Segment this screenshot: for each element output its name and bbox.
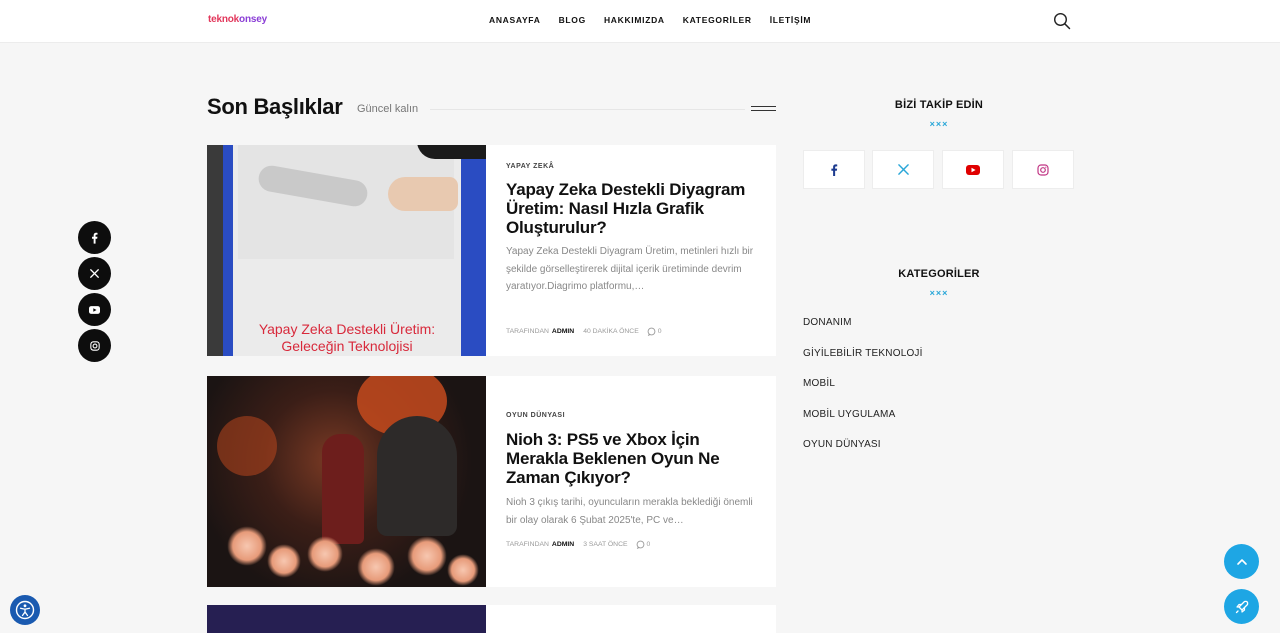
logo-text-part2: onsey — [239, 14, 267, 25]
thumb-flower — [267, 544, 301, 578]
social-facebook-button[interactable] — [803, 150, 865, 189]
thumb-flower — [227, 526, 267, 566]
post-by-label: TARAFINDAN — [506, 328, 549, 335]
category-item-mobil-uygulama[interactable]: MOBİL UYGULAMA — [803, 409, 923, 440]
categories-decoration: ××× — [929, 288, 949, 298]
nav-hakkimizda[interactable]: HAKKIMIZDA — [604, 15, 665, 25]
scroll-top-button[interactable] — [1224, 544, 1259, 579]
thumb-flower — [307, 536, 343, 572]
post-excerpt: Yapay Zeka Destekli Diyagram Üretim, met… — [506, 246, 754, 292]
logo-text-part1: teknok — [208, 14, 240, 25]
category-item-mobil[interactable]: MOBİL — [803, 378, 923, 409]
youtube-icon — [89, 305, 100, 314]
thumb-caption-line1: Yapay Zeka Destekli Üretim: — [258, 321, 436, 337]
post-card[interactable]: Yapay Zeka Destekli Üretim: Geleceğin Te… — [207, 145, 776, 356]
comment-count: 0 — [657, 328, 662, 335]
post-meta: TARAFINDAN ADMIN 40 DAKİKA ÖNCE 0 — [506, 327, 662, 336]
human-hand — [388, 177, 458, 211]
thumb-flame — [217, 416, 277, 476]
post-age: 40 DAKİKA ÖNCE — [583, 328, 639, 335]
facebook-icon — [831, 163, 838, 176]
instagram-icon — [89, 340, 100, 351]
facebook-icon — [92, 232, 98, 244]
social-x-button[interactable] — [872, 150, 934, 189]
section-subtitle: Güncel kalın — [357, 103, 419, 115]
nav-kategoriler[interactable]: KATEGORİLER — [683, 15, 752, 25]
comment-count: 0 — [646, 541, 651, 548]
follow-decoration: ××× — [929, 119, 949, 129]
section-divider — [430, 109, 745, 110]
post-comments[interactable]: 0 — [647, 327, 662, 336]
thumb-flower — [447, 554, 479, 586]
post-thumbnail[interactable]: Yapay Zeka Destekli Üretim: Geleceğin Te… — [207, 145, 486, 356]
floating-youtube-button[interactable] — [78, 293, 111, 326]
category-item-oyun-dunyasi[interactable]: OYUN DÜNYASI — [803, 439, 923, 470]
rocket-icon — [1235, 600, 1248, 613]
category-item-giyilebilir[interactable]: GİYİLEBİLİR TEKNOLOJİ — [803, 348, 923, 379]
section-title: Son Başlıklar — [207, 94, 343, 119]
post-card[interactable]: OYUN DÜNYASI Nioh 3: PS5 ve Xbox İçin Me… — [207, 376, 776, 587]
floating-instagram-button[interactable] — [78, 329, 111, 362]
post-thumbnail[interactable] — [207, 376, 486, 587]
instagram-icon — [1037, 163, 1049, 176]
post-author[interactable]: ADMIN — [552, 328, 574, 335]
site-header: teknokonsey ANASAYFA BLOG HAKKIMIZDA KAT… — [0, 0, 1280, 43]
category-item-donanim[interactable]: DONANIM — [803, 317, 923, 348]
x-icon — [90, 269, 99, 278]
thumb-beast — [377, 416, 457, 536]
post-body: YAPAY ZEKÂ Yapay Zeka Destekli Diyagram … — [506, 145, 758, 336]
accessibility-icon — [15, 600, 35, 620]
post-meta: TARAFINDAN ADMIN 3 SAAT ÖNCE 0 — [506, 540, 650, 549]
comment-icon — [636, 540, 644, 549]
thumb-shade — [207, 145, 223, 356]
thumb-warrior — [322, 434, 364, 544]
post-category[interactable]: OYUN DÜNYASI — [506, 412, 758, 419]
post-age: 3 SAAT ÖNCE — [583, 541, 628, 548]
youtube-icon — [966, 164, 980, 175]
floating-x-button[interactable] — [78, 257, 111, 290]
post-author[interactable]: ADMIN — [552, 541, 574, 548]
search-icon[interactable] — [1053, 12, 1071, 30]
thumb-flower — [407, 536, 447, 576]
social-youtube-button[interactable] — [942, 150, 1004, 189]
accessibility-button[interactable] — [10, 595, 40, 625]
post-thumbnail[interactable] — [207, 605, 486, 633]
main-nav: ANASAYFA BLOG HAKKIMIZDA KATEGORİLER İLE… — [489, 15, 829, 25]
social-instagram-button[interactable] — [1012, 150, 1074, 189]
categories-title: KATEGORİLER — [898, 268, 980, 280]
follow-title: BİZİ TAKİP EDİN — [894, 99, 984, 111]
post-by-label: TARAFINDAN — [506, 541, 549, 548]
nav-iletisim[interactable]: İLETİŞİM — [770, 15, 812, 25]
post-comments[interactable]: 0 — [636, 540, 651, 549]
thumb-corner — [417, 145, 486, 159]
thumb-flower — [357, 548, 395, 586]
post-title[interactable]: Yapay Zeka Destekli Diyagram Üretim: Nas… — [506, 180, 758, 237]
robot-arm — [256, 163, 370, 209]
section-menu-icon — [751, 106, 776, 111]
thumb-caption-line2: Geleceğin Teknolojisi — [281, 338, 413, 354]
chevron-up-icon — [1236, 558, 1247, 565]
site-logo[interactable]: teknokonsey — [208, 14, 267, 25]
nav-anasayfa[interactable]: ANASAYFA — [489, 15, 541, 25]
category-list: DONANIM GİYİLEBİLİR TEKNOLOJİ MOBİL MOBİ… — [803, 317, 923, 470]
post-category[interactable]: YAPAY ZEKÂ — [506, 163, 758, 170]
post-body: OYUN DÜNYASI Nioh 3: PS5 ve Xbox İçin Me… — [506, 376, 758, 549]
rocket-button[interactable] — [1224, 589, 1259, 624]
post-title[interactable]: Nioh 3: PS5 ve Xbox İçin Merakla Beklene… — [506, 430, 758, 487]
nav-blog[interactable]: BLOG — [559, 15, 586, 25]
post-excerpt: Nioh 3 çıkış tarihi, oyuncuların merakla… — [506, 497, 753, 526]
post-card[interactable] — [207, 605, 776, 633]
thumb-photo — [238, 145, 458, 259]
floating-facebook-button[interactable] — [78, 221, 111, 254]
thumb-caption: Yapay Zeka Destekli Üretim: Geleceğin Te… — [233, 321, 461, 355]
comment-icon — [647, 327, 656, 336]
thumb-panel: Yapay Zeka Destekli Üretim: Geleceğin Te… — [233, 145, 461, 356]
x-icon — [897, 164, 909, 175]
